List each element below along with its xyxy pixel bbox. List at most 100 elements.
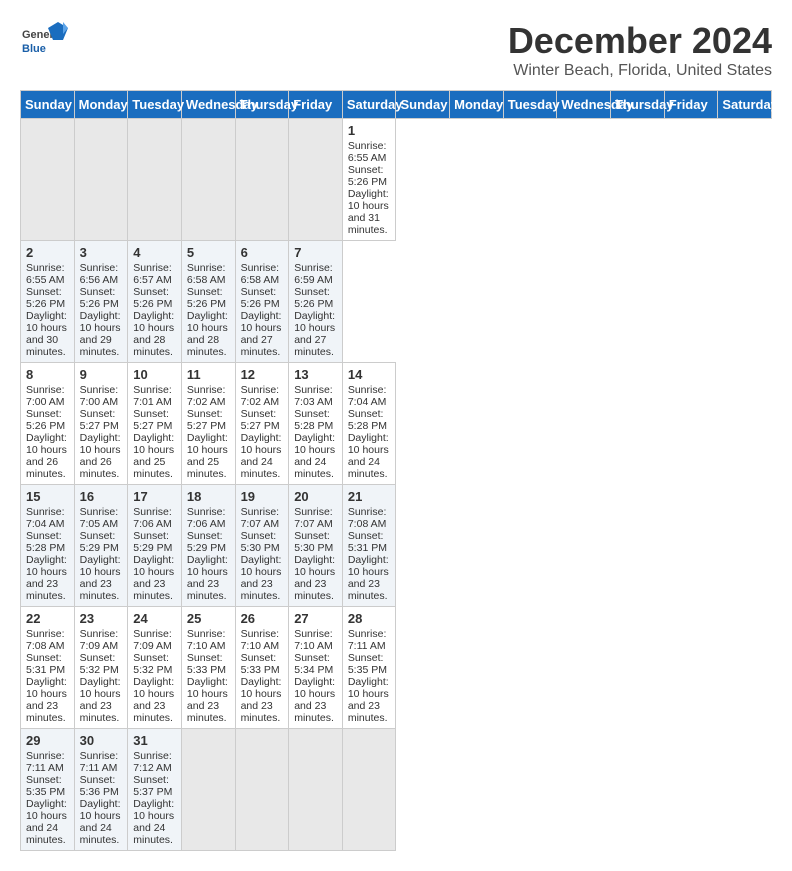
day-number: 5: [187, 245, 230, 260]
day-number: 6: [241, 245, 284, 260]
day-of-week-header: Sunday: [21, 91, 75, 119]
calendar-day-cell: 24Sunrise: 7:09 AMSunset: 5:32 PMDayligh…: [128, 607, 182, 729]
day-number: 29: [26, 733, 69, 748]
day-number: 30: [80, 733, 123, 748]
day-number: 14: [348, 367, 391, 382]
day-number: 22: [26, 611, 69, 626]
day-number: 18: [187, 489, 230, 504]
calendar-day-cell: 27Sunrise: 7:10 AMSunset: 5:34 PMDayligh…: [289, 607, 343, 729]
calendar-day-cell: 26Sunrise: 7:10 AMSunset: 5:33 PMDayligh…: [235, 607, 289, 729]
calendar-table: SundayMondayTuesdayWednesdayThursdayFrid…: [20, 90, 772, 851]
day-number: 10: [133, 367, 176, 382]
calendar-day-cell: 19Sunrise: 7:07 AMSunset: 5:30 PMDayligh…: [235, 485, 289, 607]
calendar-day-cell: 12Sunrise: 7:02 AMSunset: 5:27 PMDayligh…: [235, 363, 289, 485]
day-number: 26: [241, 611, 284, 626]
weekday-header: Thursday: [611, 91, 665, 119]
day-number: 3: [80, 245, 123, 260]
weekday-header: Wednesday: [557, 91, 611, 119]
empty-cell: [21, 119, 75, 241]
calendar-day-cell: 17Sunrise: 7:06 AMSunset: 5:29 PMDayligh…: [128, 485, 182, 607]
day-number: 23: [80, 611, 123, 626]
calendar-day-cell: 8Sunrise: 7:00 AMSunset: 5:26 PMDaylight…: [21, 363, 75, 485]
calendar-day-cell: 30Sunrise: 7:11 AMSunset: 5:36 PMDayligh…: [74, 729, 128, 851]
calendar-day-cell: 16Sunrise: 7:05 AMSunset: 5:29 PMDayligh…: [74, 485, 128, 607]
day-number: 28: [348, 611, 391, 626]
empty-cell: [235, 729, 289, 851]
day-number: 17: [133, 489, 176, 504]
calendar-day-cell: 22Sunrise: 7:08 AMSunset: 5:31 PMDayligh…: [21, 607, 75, 729]
calendar-day-cell: 13Sunrise: 7:03 AMSunset: 5:28 PMDayligh…: [289, 363, 343, 485]
calendar-day-cell: 25Sunrise: 7:10 AMSunset: 5:33 PMDayligh…: [181, 607, 235, 729]
logo: General Blue: [20, 20, 70, 65]
empty-cell: [235, 119, 289, 241]
day-of-week-header: Friday: [289, 91, 343, 119]
empty-cell: [289, 729, 343, 851]
weekday-header: Saturday: [718, 91, 772, 119]
weekday-header: Monday: [450, 91, 504, 119]
page-header: General Blue December 2024 Winter Beach,…: [20, 20, 772, 80]
calendar-day-cell: 20Sunrise: 7:07 AMSunset: 5:30 PMDayligh…: [289, 485, 343, 607]
day-number: 19: [241, 489, 284, 504]
weekday-header: Friday: [664, 91, 718, 119]
calendar-day-cell: 3Sunrise: 6:56 AMSunset: 5:26 PMDaylight…: [74, 241, 128, 363]
calendar-header-row: SundayMondayTuesdayWednesdayThursdayFrid…: [21, 91, 772, 119]
empty-cell: [181, 729, 235, 851]
svg-text:Blue: Blue: [22, 43, 46, 55]
day-number: 31: [133, 733, 176, 748]
calendar-week-row: 22Sunrise: 7:08 AMSunset: 5:31 PMDayligh…: [21, 607, 772, 729]
calendar-day-cell: 11Sunrise: 7:02 AMSunset: 5:27 PMDayligh…: [181, 363, 235, 485]
calendar-day-cell: 4Sunrise: 6:57 AMSunset: 5:26 PMDaylight…: [128, 241, 182, 363]
calendar-day-cell: 7Sunrise: 6:59 AMSunset: 5:26 PMDaylight…: [289, 241, 343, 363]
calendar-week-row: 2Sunrise: 6:55 AMSunset: 5:26 PMDaylight…: [21, 241, 772, 363]
empty-cell: [289, 119, 343, 241]
calendar-day-cell: 10Sunrise: 7:01 AMSunset: 5:27 PMDayligh…: [128, 363, 182, 485]
calendar-title: December 2024: [508, 20, 772, 62]
day-of-week-header: Wednesday: [181, 91, 235, 119]
calendar-day-cell: 2Sunrise: 6:55 AMSunset: 5:26 PMDaylight…: [21, 241, 75, 363]
day-number: 9: [80, 367, 123, 382]
day-of-week-header: Thursday: [235, 91, 289, 119]
day-number: 1: [348, 123, 391, 138]
calendar-day-cell: 15Sunrise: 7:04 AMSunset: 5:28 PMDayligh…: [21, 485, 75, 607]
empty-cell: [128, 119, 182, 241]
day-number: 27: [294, 611, 337, 626]
calendar-day-cell: 14Sunrise: 7:04 AMSunset: 5:28 PMDayligh…: [342, 363, 396, 485]
day-of-week-header: Saturday: [342, 91, 396, 119]
day-number: 4: [133, 245, 176, 260]
day-number: 24: [133, 611, 176, 626]
day-of-week-header: Tuesday: [128, 91, 182, 119]
empty-cell: [181, 119, 235, 241]
calendar-day-cell: 23Sunrise: 7:09 AMSunset: 5:32 PMDayligh…: [74, 607, 128, 729]
day-number: 21: [348, 489, 391, 504]
title-area: December 2024 Winter Beach, Florida, Uni…: [508, 20, 772, 80]
day-number: 8: [26, 367, 69, 382]
calendar-week-row: 15Sunrise: 7:04 AMSunset: 5:28 PMDayligh…: [21, 485, 772, 607]
day-number: 2: [26, 245, 69, 260]
day-number: 15: [26, 489, 69, 504]
calendar-week-row: 1Sunrise: 6:55 AMSunset: 5:26 PMDaylight…: [21, 119, 772, 241]
calendar-day-cell: 18Sunrise: 7:06 AMSunset: 5:29 PMDayligh…: [181, 485, 235, 607]
calendar-week-row: 29Sunrise: 7:11 AMSunset: 5:35 PMDayligh…: [21, 729, 772, 851]
weekday-header: Sunday: [396, 91, 450, 119]
day-number: 25: [187, 611, 230, 626]
calendar-day-cell: 9Sunrise: 7:00 AMSunset: 5:27 PMDaylight…: [74, 363, 128, 485]
day-number: 12: [241, 367, 284, 382]
weekday-header: Tuesday: [503, 91, 557, 119]
logo-svg: General Blue: [20, 20, 70, 65]
day-number: 13: [294, 367, 337, 382]
day-number: 16: [80, 489, 123, 504]
empty-cell: [342, 729, 396, 851]
day-number: 20: [294, 489, 337, 504]
calendar-day-cell: 6Sunrise: 6:58 AMSunset: 5:26 PMDaylight…: [235, 241, 289, 363]
calendar-day-cell: 31Sunrise: 7:12 AMSunset: 5:37 PMDayligh…: [128, 729, 182, 851]
calendar-subtitle: Winter Beach, Florida, United States: [508, 62, 772, 80]
day-number: 11: [187, 367, 230, 382]
day-of-week-header: Monday: [74, 91, 128, 119]
day-number: 7: [294, 245, 337, 260]
calendar-day-cell: 29Sunrise: 7:11 AMSunset: 5:35 PMDayligh…: [21, 729, 75, 851]
calendar-day-cell: 5Sunrise: 6:58 AMSunset: 5:26 PMDaylight…: [181, 241, 235, 363]
calendar-week-row: 8Sunrise: 7:00 AMSunset: 5:26 PMDaylight…: [21, 363, 772, 485]
calendar-day-cell: 21Sunrise: 7:08 AMSunset: 5:31 PMDayligh…: [342, 485, 396, 607]
calendar-day-cell: 1Sunrise: 6:55 AMSunset: 5:26 PMDaylight…: [342, 119, 396, 241]
calendar-day-cell: 28Sunrise: 7:11 AMSunset: 5:35 PMDayligh…: [342, 607, 396, 729]
